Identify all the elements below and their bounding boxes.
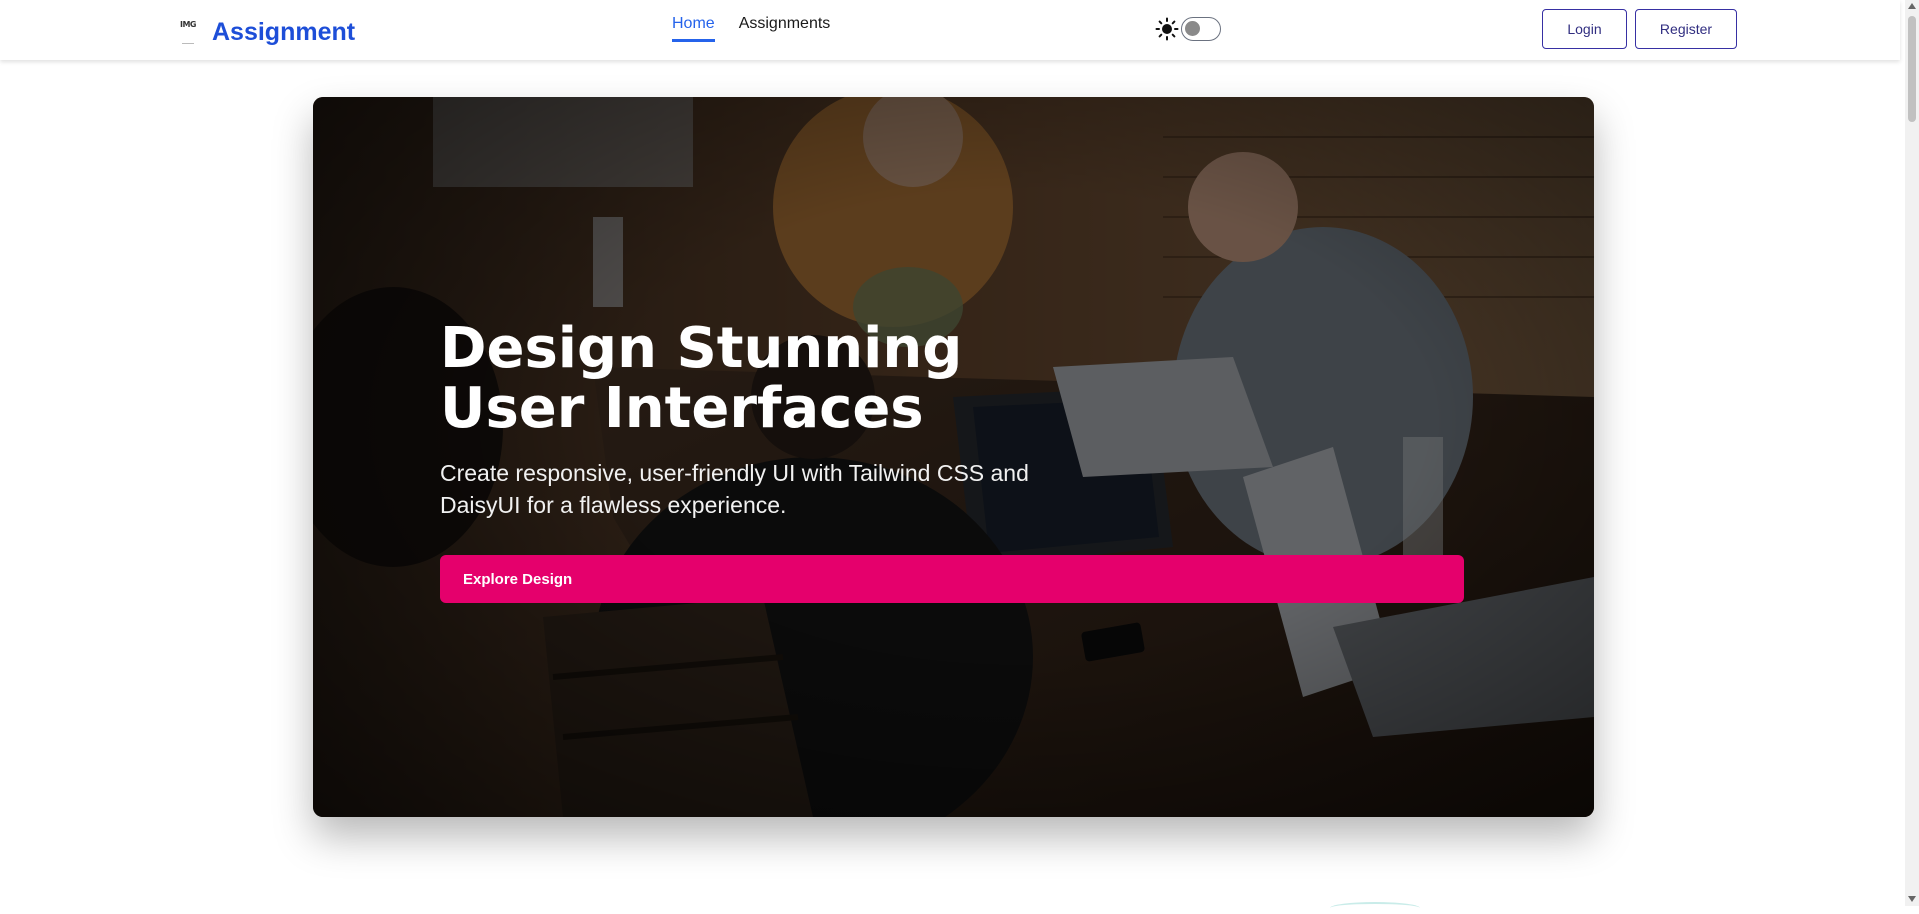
- brand-name[interactable]: Assignment: [212, 18, 355, 47]
- nav-links: Home Assignments: [672, 15, 830, 42]
- logo-placeholder-text: IMG: [179, 20, 197, 29]
- page-scrollbar[interactable]: [1905, 0, 1919, 906]
- hero-content: Design Stunning User Interfaces Create r…: [440, 319, 1470, 603]
- theme-switch-knob: [1185, 21, 1200, 36]
- login-button[interactable]: Login: [1542, 9, 1627, 49]
- auth-buttons: Login Register: [1542, 9, 1737, 49]
- nav-link-home[interactable]: Home: [672, 15, 715, 42]
- hero-banner: Design Stunning User Interfaces Create r…: [313, 97, 1594, 817]
- register-button[interactable]: Register: [1635, 9, 1737, 49]
- hero-subtitle: Create responsive, user-friendly UI with…: [440, 460, 1029, 518]
- scroll-up-arrow-icon[interactable]: [1908, 3, 1916, 9]
- scroll-thumb[interactable]: [1908, 16, 1916, 122]
- brand-link[interactable]: IMG Assignment: [178, 14, 355, 50]
- decorative-arc: [1330, 902, 1420, 914]
- logo-underline: [182, 43, 194, 44]
- navbar: IMG Assignment Home Assignments Login Re…: [0, 0, 1900, 60]
- sun-icon: [1155, 17, 1179, 41]
- explore-design-button[interactable]: Explore Design: [440, 555, 1464, 603]
- hero-title: Design Stunning User Interfaces: [440, 316, 963, 441]
- scroll-down-arrow-icon[interactable]: [1908, 896, 1916, 902]
- theme-switch[interactable]: [1181, 17, 1221, 41]
- nav-link-assignments[interactable]: Assignments: [739, 15, 831, 42]
- theme-toggle[interactable]: [1155, 17, 1221, 41]
- logo-image: IMG: [178, 14, 198, 50]
